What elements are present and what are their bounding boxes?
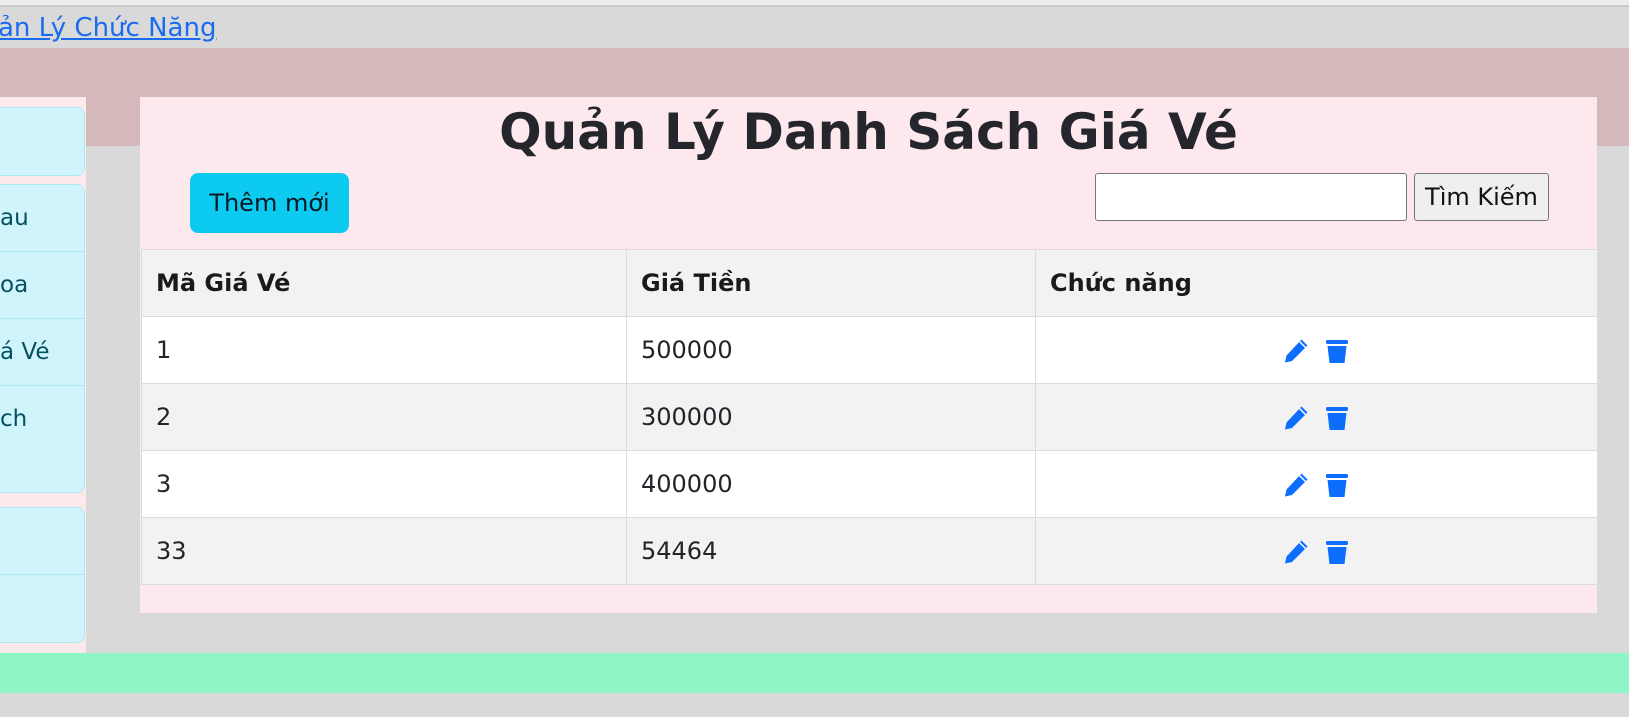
table-row: 2 300000 [141, 383, 1598, 451]
table-row: 3 400000 [141, 450, 1598, 518]
trash-icon[interactable] [1323, 337, 1351, 365]
sidebar-item[interactable] [0, 108, 84, 175]
column-header-price: Giá Tiền [626, 249, 1036, 317]
search-input[interactable] [1095, 173, 1407, 221]
add-new-button[interactable]: Thêm mới [190, 173, 349, 233]
table-row: 33 54464 [141, 517, 1598, 585]
column-header-ticket-code: Mã Giá Vé [141, 249, 627, 317]
ticket-code-cell: 33 [141, 517, 627, 585]
sidebar-item[interactable]: oa [0, 252, 84, 319]
ticket-code-cell: 3 [141, 450, 627, 518]
sidebar-item[interactable] [0, 508, 84, 575]
ticket-code-cell: 2 [141, 383, 627, 451]
trash-icon[interactable] [1323, 471, 1351, 499]
ticket-price-table: Mã Giá Vé Giá Tiền Chức năng 1 500000 2 … [141, 249, 1598, 585]
price-cell: 500000 [626, 316, 1036, 384]
breadcrumb-link[interactable]: ản Lý Chức Năng [0, 13, 216, 43]
actions-cell [1035, 450, 1598, 518]
column-header-actions: Chức năng [1035, 249, 1598, 317]
sidebar-item[interactable]: au [0, 185, 84, 252]
page-title: Quản Lý Danh Sách Giá Vé [499, 103, 1238, 161]
sidebar-group-2: au oa á Vé ch [0, 184, 85, 493]
pencil-icon[interactable] [1282, 538, 1310, 566]
sidebar-item-ticket-prices[interactable]: á Vé [0, 319, 84, 386]
sidebar-group-3 [0, 507, 85, 643]
content-card: Quản Lý Danh Sách Giá Vé Thêm mới Tìm Ki… [140, 97, 1598, 613]
price-cell: 300000 [626, 383, 1036, 451]
page: ản Lý Chức Năng au oa á Vé ch Quản Lý Da… [0, 0, 1629, 717]
price-cell: 400000 [626, 450, 1036, 518]
table-header-row: Mã Giá Vé Giá Tiền Chức năng [141, 249, 1598, 317]
search-button[interactable]: Tìm Kiếm [1414, 173, 1549, 221]
actions-cell [1035, 383, 1598, 451]
top-divider [0, 0, 1629, 7]
table-row: 1 500000 [141, 316, 1598, 384]
sidebar-item[interactable] [0, 575, 84, 642]
ticket-code-cell: 1 [141, 316, 627, 384]
pencil-icon[interactable] [1282, 471, 1310, 499]
sidebar: au oa á Vé ch [0, 97, 86, 653]
actions-cell [1035, 316, 1598, 384]
pencil-icon[interactable] [1282, 404, 1310, 432]
footer-band [0, 653, 1629, 693]
actions-cell [1035, 517, 1598, 585]
trash-icon[interactable] [1323, 404, 1351, 432]
sidebar-item[interactable]: ch [0, 386, 84, 492]
sidebar-group-1 [0, 107, 85, 176]
price-cell: 54464 [626, 517, 1036, 585]
table-body: 1 500000 2 300000 3 400000 33 54464 [141, 316, 1598, 585]
pencil-icon[interactable] [1282, 337, 1310, 365]
trash-icon[interactable] [1323, 538, 1351, 566]
